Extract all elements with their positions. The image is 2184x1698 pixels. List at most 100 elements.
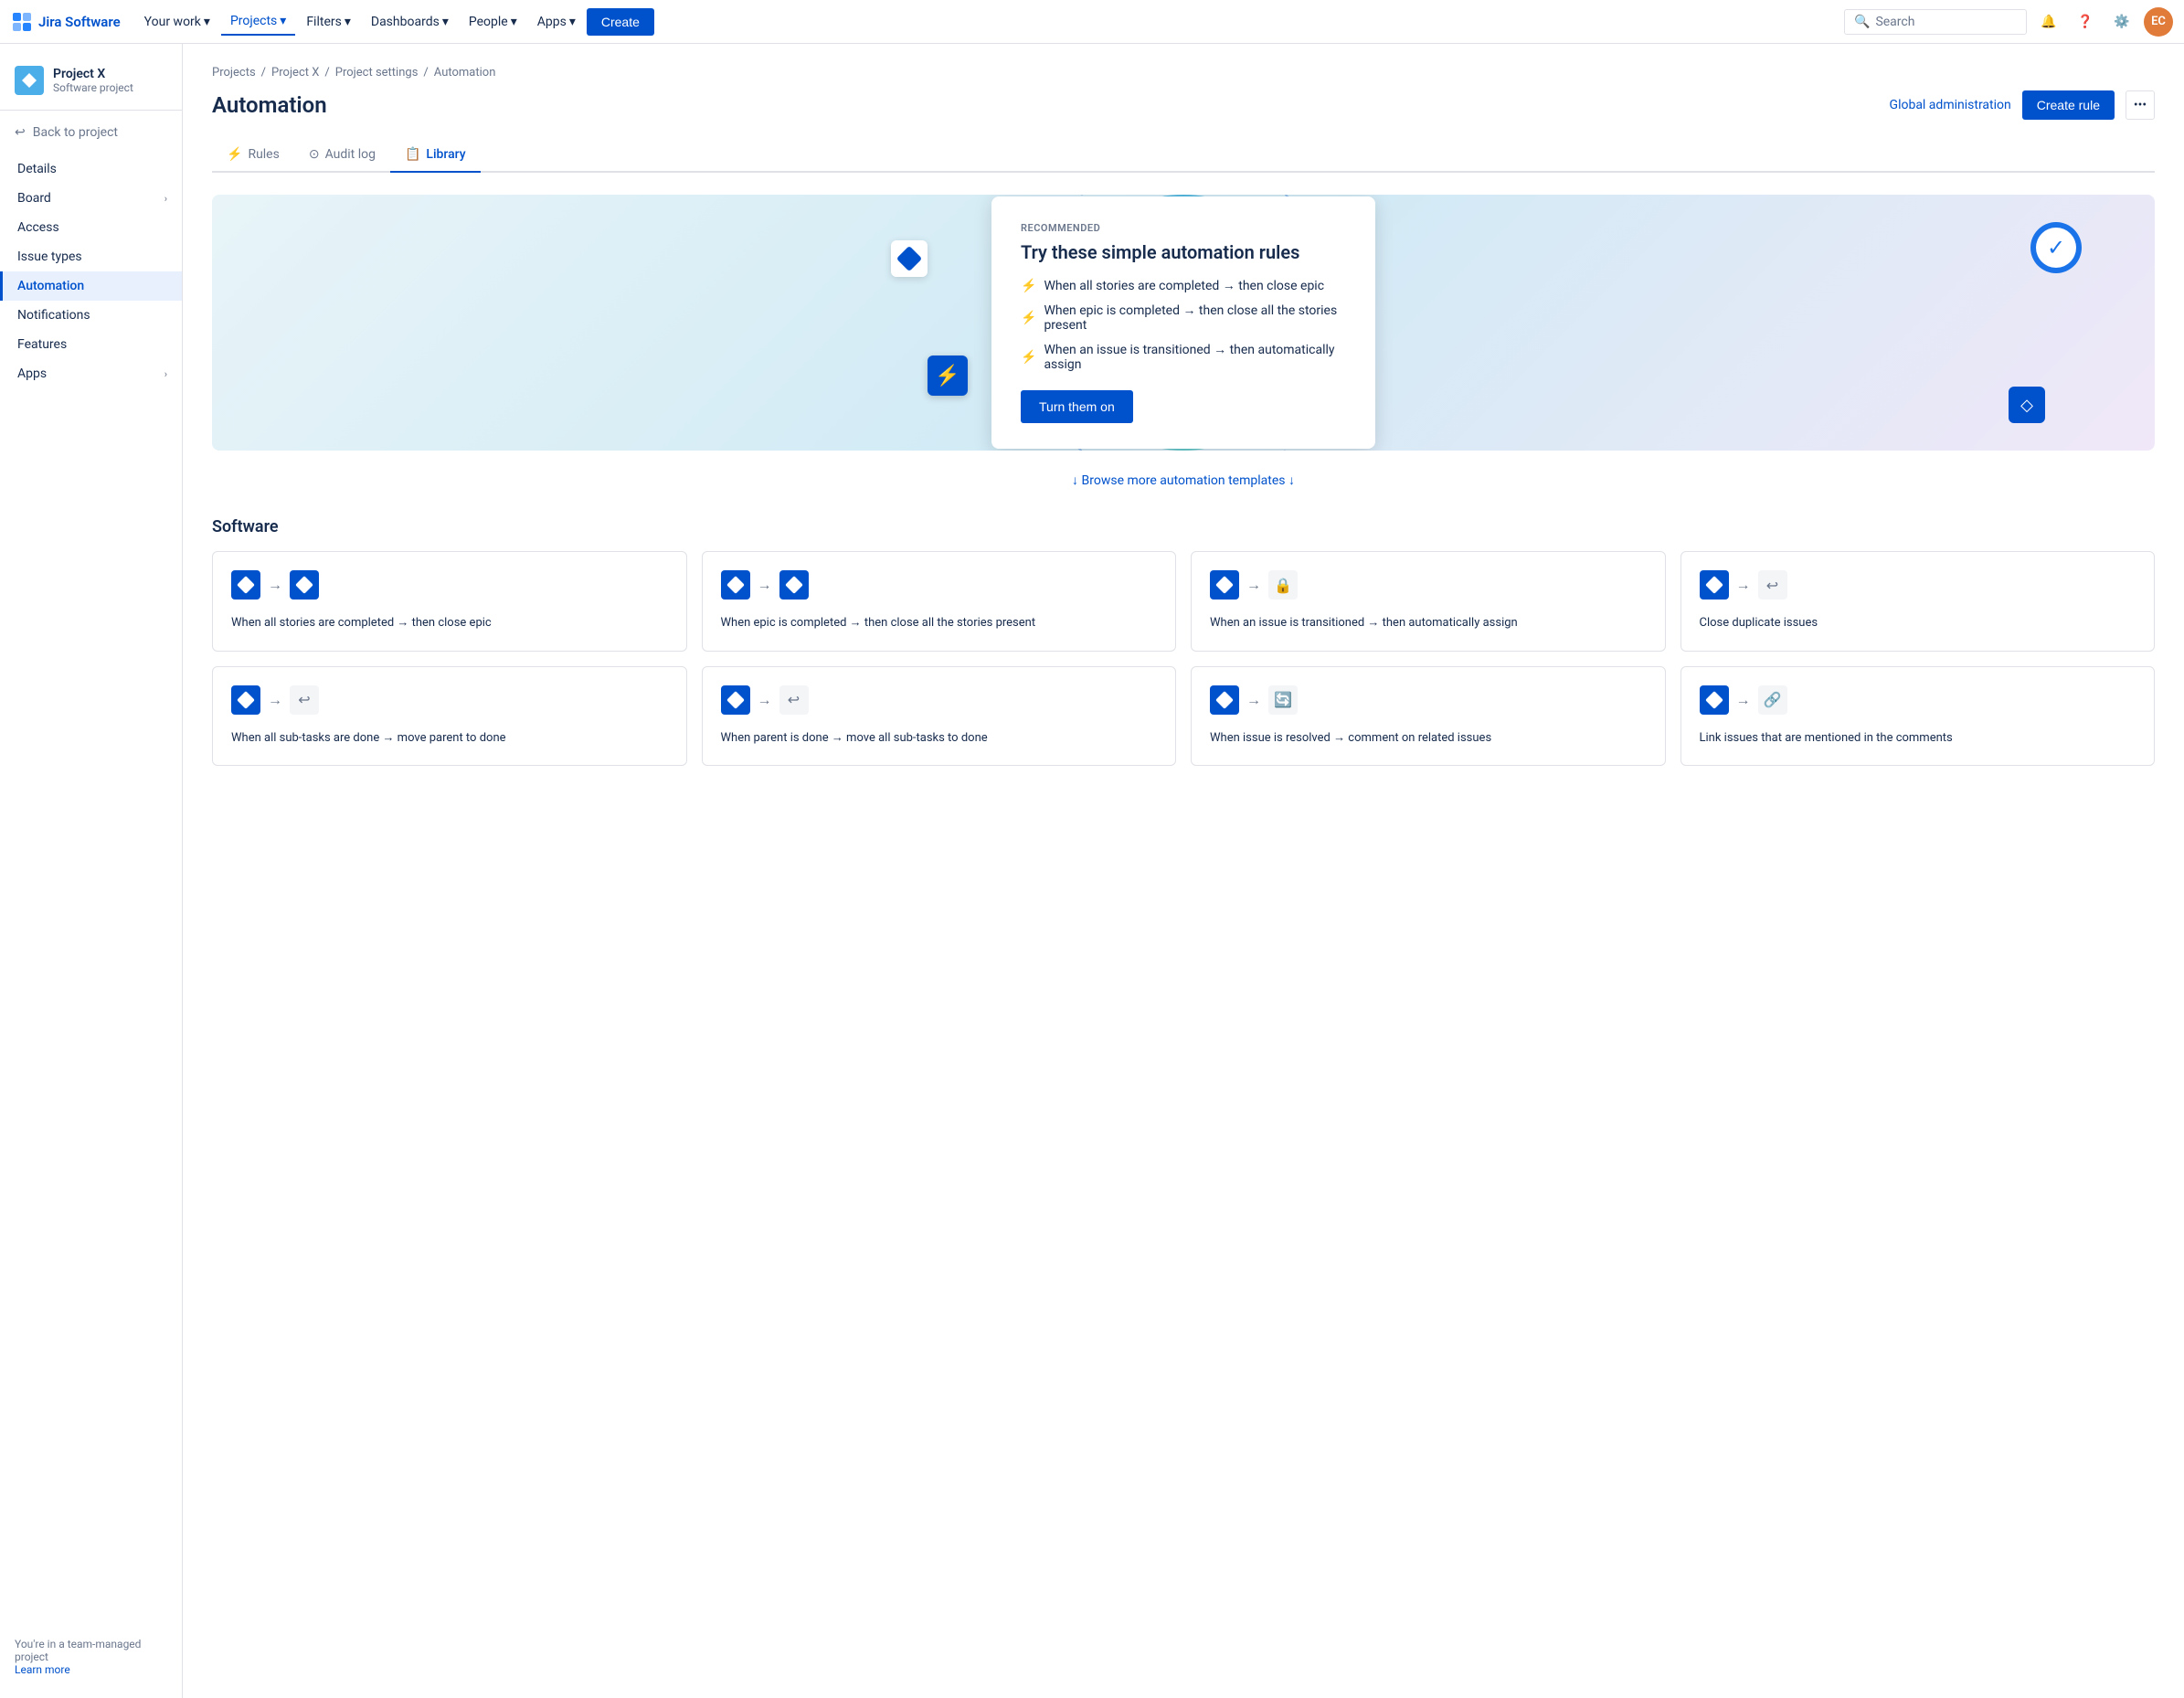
sidebar-item-access[interactable]: Access <box>0 213 182 242</box>
tab-audit-log[interactable]: ⊙ Audit log <box>294 138 390 173</box>
arrow-icon-4: → <box>1736 576 1751 594</box>
breadcrumb: Projects / Project X / Project settings … <box>212 66 2155 80</box>
card-7[interactable]: → 🔄 When issue is resolved → comment on … <box>1191 666 1666 767</box>
sidebar-item-automation[interactable]: Automation <box>0 271 182 301</box>
card-1-text: When all stories are completed → then cl… <box>231 614 668 632</box>
card-5[interactable]: → ↩ When all sub-tasks are done → move p… <box>212 666 687 767</box>
back-to-project[interactable]: ↩ Back to project <box>0 118 182 147</box>
nav-your-work[interactable]: Your work ▾ <box>135 9 219 35</box>
card-4-right-icon: ↩ <box>1758 570 1787 600</box>
library-icon: 📋 <box>405 147 420 162</box>
nav-filters[interactable]: Filters ▾ <box>297 9 360 35</box>
page-header-actions: Global administration Create rule ••• <box>1890 90 2155 120</box>
arrow-icon-2: → <box>758 576 772 594</box>
chevron-right-icon: › <box>164 193 167 205</box>
card-3-text: When an issue is transitioned → then aut… <box>1210 614 1647 632</box>
breadcrumb-automation: Automation <box>434 66 496 80</box>
software-section-title: Software <box>212 517 2155 536</box>
card-3-right-icon: 🔒 <box>1268 570 1298 600</box>
browse-more[interactable]: ↓ Browse more automation templates ↓ <box>212 472 2155 488</box>
global-administration-link[interactable]: Global administration <box>1890 98 2011 112</box>
search-bar[interactable]: 🔍 Search <box>1844 9 2027 35</box>
lightning-icon: ⚡ <box>227 147 242 162</box>
tab-rules[interactable]: ⚡ Rules <box>212 138 294 173</box>
topnav-actions: 🔍 Search 🔔 ❓ ⚙️ EC <box>1844 7 2173 37</box>
hero-deco-checkmark: ✓ <box>2030 222 2082 273</box>
nav-dashboards[interactable]: Dashboards ▾ <box>362 9 458 35</box>
arrow-icon-8: → <box>1736 691 1751 709</box>
lightning-icon-2: ⚡ <box>1021 311 1036 325</box>
sidebar-item-issue-types[interactable]: Issue types <box>0 242 182 271</box>
software-section: Software → When all stories are complete… <box>212 517 2155 766</box>
arrow-icon-5: → <box>268 691 282 709</box>
nav-projects[interactable]: Projects ▾ <box>221 8 295 36</box>
card-6-right-icon: ↩ <box>779 685 809 715</box>
learn-more-link[interactable]: Learn more <box>15 1663 70 1676</box>
card-4[interactable]: → ↩ Close duplicate issues <box>1680 551 2156 652</box>
card-7-right-icon: 🔄 <box>1268 685 1298 715</box>
back-icon: ↩ <box>15 125 26 140</box>
card-4-text: Close duplicate issues <box>1700 614 2136 632</box>
notifications-icon[interactable]: 🔔 <box>2034 7 2063 37</box>
settings-icon[interactable]: ⚙️ <box>2107 7 2136 37</box>
hero-rule-3: ⚡ When an issue is transitioned → then a… <box>1021 342 1346 372</box>
more-options-button[interactable]: ••• <box>2126 90 2155 120</box>
card-6-text: When parent is done → move all sub-tasks… <box>721 729 1158 748</box>
nav-apps[interactable]: Apps ▾ <box>528 9 585 35</box>
topnav-items: Your work ▾ Projects ▾ Filters ▾ Dashboa… <box>135 8 1837 36</box>
card-1[interactable]: → When all stories are completed → then … <box>212 551 687 652</box>
hero-deco-lightning: ⚡ <box>928 356 968 396</box>
turn-on-button[interactable]: Turn them on <box>1021 390 1133 423</box>
top-navigation: Jira Software Your work ▾ Projects ▾ Fil… <box>0 0 2184 44</box>
card-8[interactable]: → 🔗 Link issues that are mentioned in th… <box>1680 666 2156 767</box>
tab-library[interactable]: 📋 Library <box>390 138 481 173</box>
card-1-right-icon <box>290 570 319 600</box>
card-2[interactable]: → When epic is completed → then close al… <box>702 551 1177 652</box>
arrow-icon: → <box>268 576 282 594</box>
card-3[interactable]: → 🔒 When an issue is transitioned → then… <box>1191 551 1666 652</box>
card-1-left-icon <box>231 570 260 600</box>
sidebar-item-notifications[interactable]: Notifications <box>0 301 182 330</box>
sidebar-item-details[interactable]: Details <box>0 154 182 184</box>
card-2-right-icon <box>779 570 809 600</box>
card-2-text: When epic is completed → then close all … <box>721 614 1158 632</box>
card-7-text: When issue is resolved → comment on rela… <box>1210 729 1647 748</box>
sidebar-project: Project X Software project <box>0 58 182 111</box>
avatar[interactable]: EC <box>2144 7 2173 37</box>
card-7-left-icon <box>1210 685 1239 715</box>
card-8-left-icon <box>1700 685 1729 715</box>
arrow-icon-3: → <box>1246 576 1261 594</box>
logo[interactable]: Jira Software <box>11 11 121 33</box>
breadcrumb-project-x[interactable]: Project X <box>271 66 319 80</box>
arrow-icon-7: → <box>1246 691 1261 709</box>
hero-deco-jira-bottom-right: ◇ <box>2009 387 2045 423</box>
card-6-left-icon <box>721 685 750 715</box>
breadcrumb-project-settings[interactable]: Project settings <box>335 66 419 80</box>
lightning-icon-1: ⚡ <box>1021 279 1036 293</box>
create-rule-button[interactable]: Create rule <box>2022 90 2115 120</box>
card-5-left-icon <box>231 685 260 715</box>
hero-section: ✓ ◇ ⚡ <box>212 195 2155 451</box>
main-content: Projects / Project X / Project settings … <box>183 44 2184 1698</box>
hero-rule-1: ⚡ When all stories are completed → then … <box>1021 278 1346 293</box>
lightning-icon-3: ⚡ <box>1021 350 1036 365</box>
sidebar-item-board[interactable]: Board › <box>0 184 182 213</box>
card-5-right-icon: ↩ <box>290 685 319 715</box>
sidebar-item-apps[interactable]: Apps › <box>0 359 182 388</box>
page-title: Automation <box>212 92 327 118</box>
card-2-left-icon <box>721 570 750 600</box>
hero-title: Try these simple automation rules <box>1021 241 1346 263</box>
audit-icon: ⊙ <box>309 147 320 162</box>
search-icon: 🔍 <box>1854 15 1870 29</box>
card-6[interactable]: → ↩ When parent is done → move all sub-t… <box>702 666 1177 767</box>
card-4-left-icon <box>1700 570 1729 600</box>
hero-card: RECOMMENDED Try these simple automation … <box>991 196 1375 449</box>
nav-people[interactable]: People ▾ <box>460 9 526 35</box>
create-button[interactable]: Create <box>587 8 654 36</box>
breadcrumb-projects[interactable]: Projects <box>212 66 256 80</box>
sidebar: Project X Software project ↩ Back to pro… <box>0 44 183 1698</box>
sidebar-item-features[interactable]: Features <box>0 330 182 359</box>
sidebar-footer: You're in a team-managed project Learn m… <box>0 1630 182 1683</box>
page-header: Automation Global administration Create … <box>212 90 2155 120</box>
help-icon[interactable]: ❓ <box>2071 7 2100 37</box>
